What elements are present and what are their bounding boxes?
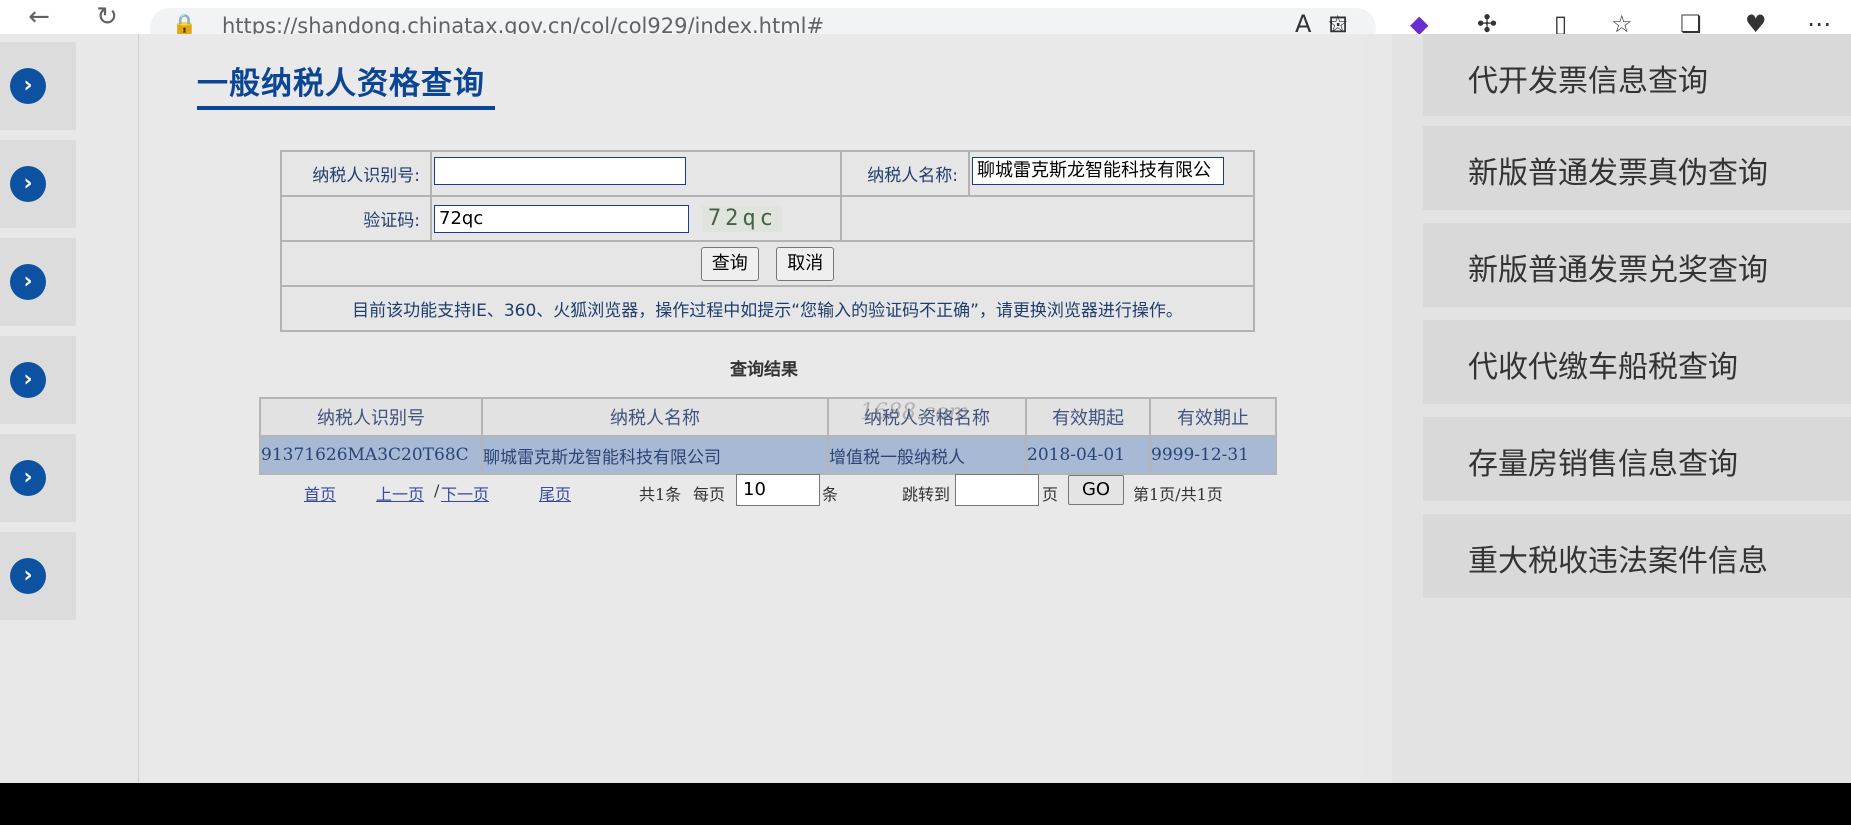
reload-icon[interactable]: ↻ (90, 2, 124, 32)
browser-notice: 目前该功能支持IE、360、火狐浏览器，操作过程中如提示“您输入的验证码不正确”… (280, 285, 1255, 332)
back-icon[interactable]: ← (22, 2, 56, 32)
right-nav-label: 代收代缴车船税查询 (1468, 350, 1738, 385)
pager-separator: / (434, 481, 440, 500)
taxpayer-name-label: 纳税人名称: (840, 150, 970, 197)
puzzle-icon[interactable]: ✣ (1477, 12, 1497, 34)
left-nav-item[interactable]: › (0, 140, 76, 228)
right-nav-item[interactable]: 新版普通发票兑奖查询 (1423, 223, 1851, 307)
column-header: 有效期止 (1149, 397, 1277, 437)
right-nav-label: 代开发票信息查询 (1468, 64, 1708, 99)
right-nav-item[interactable]: 重大税收违法案件信息 (1423, 514, 1851, 598)
result-table: 纳税人识别号 纳税人名称 纳税人资格名称 有效期起 有效期止 91371626M… (259, 397, 1277, 475)
go-button[interactable]: GO (1068, 475, 1124, 505)
button-row: 查询 取消 (280, 240, 1255, 287)
right-nav-item[interactable]: 代收代缴车船税查询 (1423, 320, 1851, 404)
watermark: 1688.com (860, 400, 970, 425)
more-icon[interactable]: ⋯ (1807, 12, 1831, 34)
taxpayer-name-input[interactable]: 聊城雷克斯龙智能科技有限公 (972, 157, 1224, 185)
taxpayer-id-input[interactable] (434, 157, 686, 185)
column-header: 纳税人名称 (481, 397, 829, 437)
next-page-link[interactable]: 下一页 (441, 481, 489, 505)
column-header: 纳税人识别号 (259, 397, 483, 437)
query-form: 纳税人识别号: 纳税人名称: 聊城雷克斯龙智能科技有限公 验证码: 72qc 7… (280, 150, 1255, 332)
left-nav: › › › › › › (0, 34, 78, 624)
per-page-input[interactable]: 10 (736, 474, 820, 506)
favorites-icon[interactable]: ☆ (1611, 12, 1633, 34)
table-cell: 增值税一般纳税人 (827, 435, 1027, 475)
column-header: 有效期起 (1025, 397, 1151, 437)
table-cell: 聊城雷克斯龙智能科技有限公司 (481, 435, 829, 475)
chevron-right-icon[interactable]: › (10, 558, 46, 594)
table-cell: 91371626MA3C20T68C (259, 435, 483, 475)
last-page-link[interactable]: 尾页 (539, 481, 571, 505)
captcha-cell: 72qc 72qc (430, 195, 842, 242)
empty-cell (840, 195, 1255, 242)
left-nav-item[interactable]: › (0, 336, 76, 424)
favorite-star-icon[interactable]: ☆ (1327, 12, 1349, 34)
right-nav-label: 存量房销售信息查询 (1468, 447, 1738, 482)
result-title: 查询结果 (730, 360, 798, 380)
extension-icon[interactable]: ◆ (1410, 12, 1428, 34)
pager: 首页 上一页 / 下一页 尾页 共1条 每页 10 条 跳转到 页 GO 第1页… (259, 474, 1277, 508)
taxpayer-id-label: 纳税人识别号: (280, 150, 432, 197)
prev-page-link[interactable]: 上一页 (376, 481, 424, 505)
right-nav-label: 重大税收违法案件信息 (1468, 544, 1768, 579)
left-nav-item[interactable]: › (0, 532, 76, 620)
split-screen-icon[interactable]: ▯ (1554, 12, 1567, 34)
table-cell: 2018-04-01 (1025, 435, 1151, 475)
collections-icon[interactable]: ❏ (1680, 12, 1702, 34)
chevron-right-icon[interactable]: › (10, 362, 46, 398)
bottom-bar (0, 783, 1851, 825)
taxpayer-name-cell: 聊城雷克斯龙智能科技有限公 (968, 150, 1255, 197)
left-nav-item[interactable]: › (0, 42, 76, 130)
lock-icon[interactable]: 🔒 (172, 12, 197, 34)
right-nav-label: 新版普通发票真伪查询 (1468, 156, 1768, 191)
total-count: 共1条 (639, 485, 682, 504)
heart-icon[interactable]: ♥ (1745, 12, 1767, 34)
left-nav-item[interactable]: › (0, 434, 76, 522)
jump-unit: 页 (1042, 485, 1059, 504)
per-page-label: 每页 (693, 485, 726, 504)
right-nav-item[interactable]: 代开发票信息查询 (1423, 34, 1851, 116)
page-title: 一般纳税人资格查询 (197, 66, 485, 102)
chevron-right-icon[interactable]: › (10, 264, 46, 300)
chevron-right-icon[interactable]: › (10, 68, 46, 104)
right-nav-item[interactable]: 存量房销售信息查询 (1423, 417, 1851, 501)
table-row[interactable]: 91371626MA3C20T68C 聊城雷克斯龙智能科技有限公司 增值税一般纳… (259, 435, 1277, 475)
taxpayer-id-cell (430, 150, 842, 197)
first-page-link[interactable]: 首页 (304, 481, 336, 505)
read-aloud-icon[interactable]: A (1295, 12, 1311, 34)
table-cell: 9999-12-31 (1149, 435, 1277, 475)
per-page-unit: 条 (822, 485, 839, 504)
page-info: 第1页/共1页 (1133, 485, 1223, 504)
result-header-row: 纳税人识别号 纳税人名称 纳税人资格名称 有效期起 有效期止 (259, 397, 1277, 437)
chevron-right-icon[interactable]: › (10, 166, 46, 202)
left-nav-item[interactable]: › (0, 238, 76, 326)
chevron-right-icon[interactable]: › (10, 460, 46, 496)
browser-toolbar: ← ↻ 🔒 https://shandong.chinatax.gov.cn/c… (0, 0, 1851, 34)
title-underline (197, 106, 495, 110)
captcha-label: 验证码: (280, 195, 432, 242)
query-button[interactable]: 查询 (700, 246, 759, 281)
cancel-button[interactable]: 取消 (776, 246, 835, 281)
right-nav-label: 新版普通发票兑奖查询 (1468, 253, 1768, 288)
captcha-image[interactable]: 72qc (702, 205, 783, 232)
captcha-input[interactable]: 72qc (434, 204, 689, 233)
address-url[interactable]: https://shandong.chinatax.gov.cn/col/col… (222, 14, 824, 34)
jump-label: 跳转到 (902, 485, 951, 504)
jump-page-input[interactable] (955, 474, 1039, 506)
right-nav-item[interactable]: 新版普通发票真伪查询 (1423, 126, 1851, 210)
